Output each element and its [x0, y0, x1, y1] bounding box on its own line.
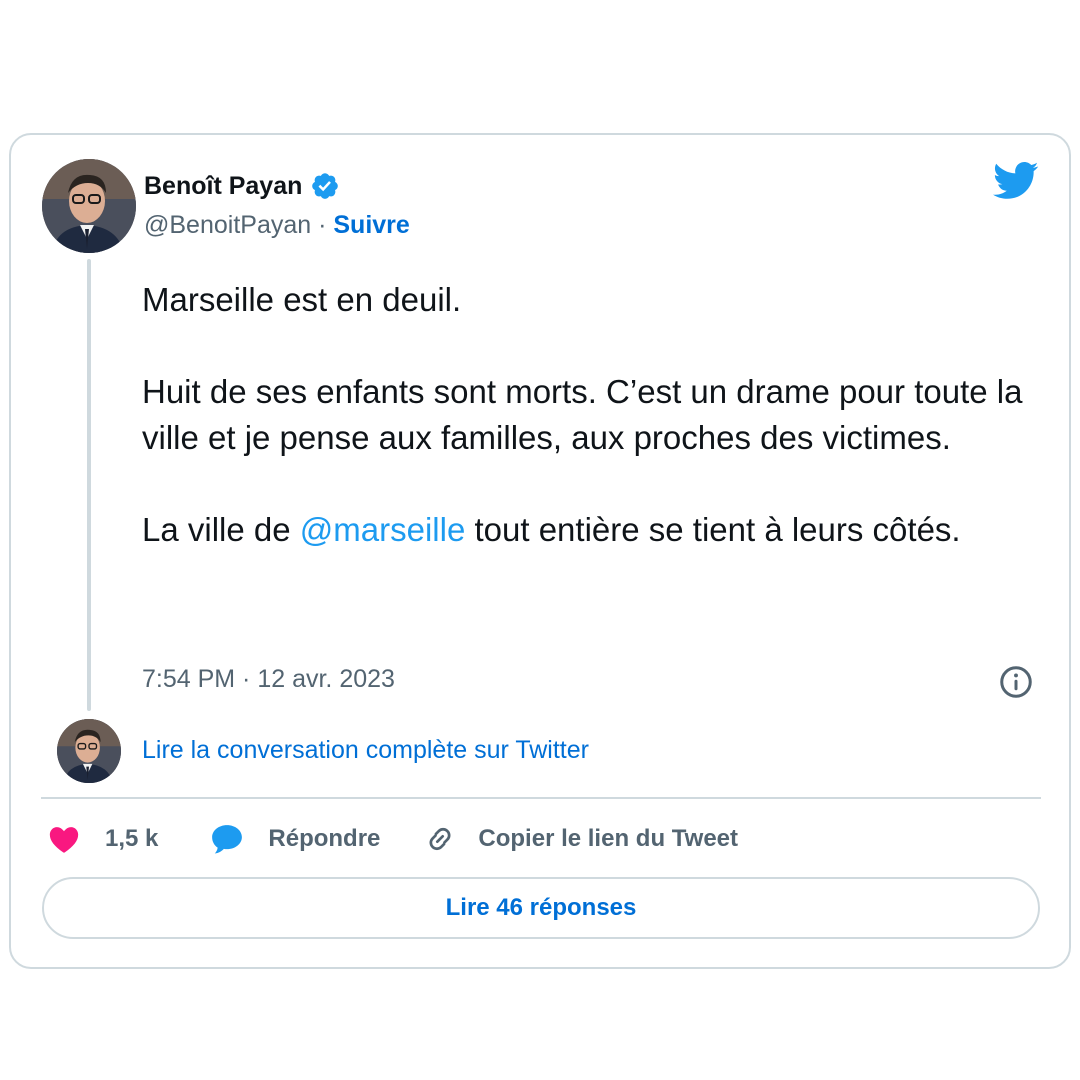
tweet-embed-card: Benoît Payan @BenoitPayan · Suivre Marse…	[9, 133, 1071, 969]
read-conversation-link[interactable]: Lire la conversation complète sur Twitte…	[142, 736, 589, 765]
author-name[interactable]: Benoît Payan	[144, 172, 302, 201]
info-icon[interactable]	[998, 664, 1034, 700]
speech-bubble-icon	[212, 825, 243, 854]
thread-line	[87, 259, 91, 711]
author-avatar[interactable]	[42, 159, 136, 253]
avatar-portrait-small	[57, 719, 121, 783]
handle-separator: ·	[311, 211, 334, 239]
tweet-text: Marseille est en deuil. Huit de ses enfa…	[142, 277, 1042, 553]
tweet-timestamp[interactable]: 7:54 PM · 12 avr. 2023	[142, 665, 395, 694]
divider	[41, 797, 1041, 799]
tweet-paragraph-2: Huit de ses enfants sont morts. C’est un…	[142, 373, 1032, 456]
author-handle[interactable]: @BenoitPayan	[144, 211, 311, 239]
copy-link-button[interactable]: Copier le lien du Tweet	[422, 821, 738, 857]
tweet-paragraph-1: Marseille est en deuil.	[142, 281, 462, 318]
link-icon	[429, 827, 451, 851]
tweet-paragraph-3-after: tout entière se tient à leurs côtés.	[465, 511, 961, 548]
verified-badge-icon	[310, 171, 340, 201]
follow-link[interactable]: Suivre	[333, 211, 409, 239]
reply-button[interactable]: Répondre	[208, 820, 380, 858]
copy-link-label: Copier le lien du Tweet	[478, 825, 738, 852]
tweet-paragraph-3-before: La ville de	[142, 511, 300, 548]
heart-icon	[49, 827, 79, 853]
conversation-avatar[interactable]	[57, 719, 121, 783]
author-handle-row: @BenoitPayan · Suivre	[144, 211, 410, 240]
like-count: 1,5 k	[105, 825, 159, 852]
read-replies-button[interactable]: Lire 46 réponses	[42, 877, 1040, 939]
twitter-bird-icon[interactable]	[993, 161, 1039, 201]
read-replies-label: Lire 46 réponses	[445, 894, 637, 921]
reply-label: Répondre	[268, 825, 381, 852]
like-button[interactable]: 1,5 k	[47, 822, 158, 856]
mention-link[interactable]: @marseille	[300, 511, 466, 548]
avatar-portrait	[42, 159, 136, 253]
author-name-row[interactable]: Benoît Payan	[144, 171, 340, 201]
actions-bar: 1,5 k Répondre Copier le lien du Tweet	[47, 821, 738, 857]
